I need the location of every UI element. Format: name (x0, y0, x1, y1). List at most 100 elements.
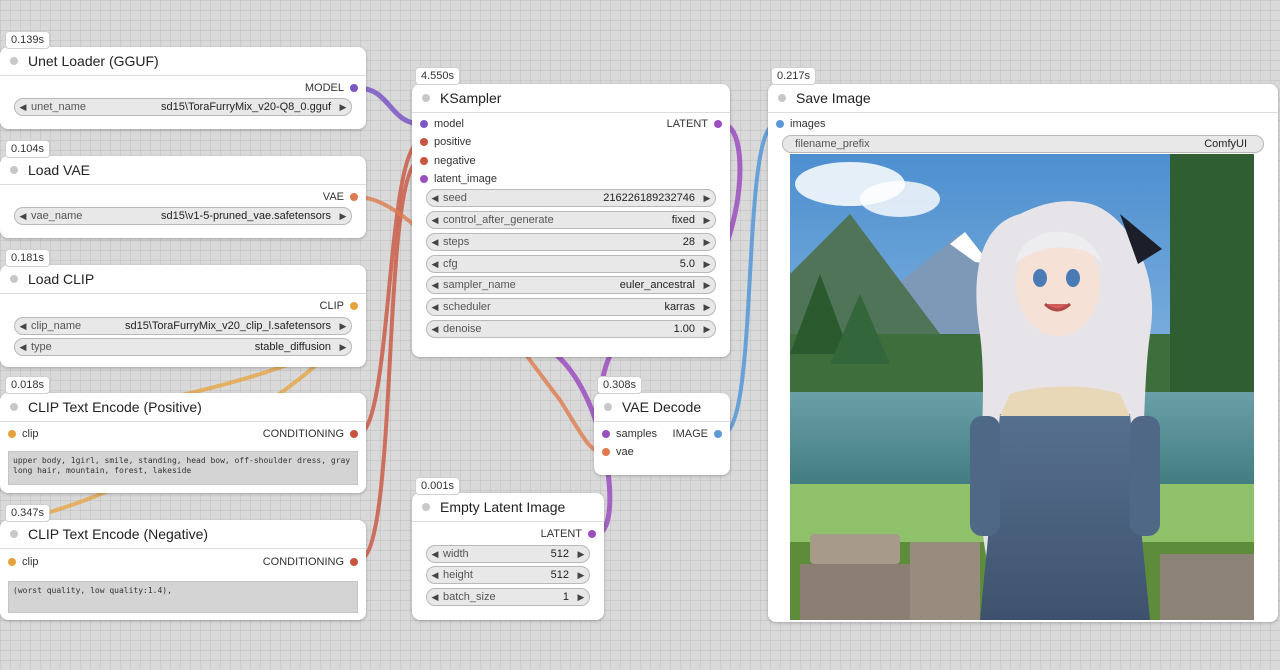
empty-latent-image-node[interactable]: Empty Latent Image LATENT ◀ width 512 ▶ … (412, 493, 604, 620)
latent-output-dot-icon[interactable] (588, 530, 596, 538)
clip-text-encode-negative-node[interactable]: CLIP Text Encode (Negative) clip CONDITI… (0, 520, 366, 620)
positive-input-dot-icon[interactable] (420, 138, 428, 146)
cfg-number-widget[interactable]: ◀ cfg 5.0 ▶ (426, 255, 716, 273)
vae-decode-node[interactable]: VAE Decode samples vae IMAGE (594, 393, 730, 475)
arrow-left-icon[interactable]: ◀ (427, 237, 443, 248)
clip-input-dot-icon[interactable] (8, 430, 16, 438)
arrow-right-icon[interactable]: ▶ (335, 211, 351, 222)
positive-prompt-textarea[interactable]: upper body, 1girl, smile, standing, head… (8, 451, 358, 485)
arrow-right-icon[interactable]: ▶ (335, 342, 351, 353)
clip-pos-title-bar[interactable]: CLIP Text Encode (Positive) (0, 393, 366, 422)
vae-input-slot[interactable]: vae (602, 445, 634, 459)
clip-text-encode-positive-node[interactable]: CLIP Text Encode (Positive) clip CONDITI… (0, 393, 366, 493)
samples-input-slot[interactable]: samples (602, 427, 657, 441)
latent-image-input-dot-icon[interactable] (420, 175, 428, 183)
vae-output-slot[interactable]: VAE (323, 190, 358, 204)
ksampler-node[interactable]: KSampler model positive negative latent_… (412, 84, 730, 357)
image-output-dot-icon[interactable] (714, 430, 722, 438)
load-vae-title-bar[interactable]: Load VAE (0, 156, 366, 185)
clip-pos-input-slot[interactable]: clip (8, 427, 39, 441)
load-clip-node[interactable]: Load CLIP CLIP ◀ clip_name sd15\ToraFurr… (0, 265, 366, 367)
arrow-right-icon[interactable]: ▶ (573, 570, 589, 581)
conditioning-output-dot-icon[interactable] (350, 430, 358, 438)
generated-image-preview[interactable] (790, 154, 1254, 620)
arrow-left-icon[interactable]: ◀ (15, 102, 31, 113)
collapse-dot-icon[interactable] (604, 403, 612, 411)
arrow-left-icon[interactable]: ◀ (427, 570, 443, 581)
steps-number-widget[interactable]: ◀ steps 28 ▶ (426, 233, 716, 251)
sampler-name-combo[interactable]: ◀ sampler_name euler_ancestral ▶ (426, 276, 716, 294)
collapse-dot-icon[interactable] (778, 94, 786, 102)
control-after-generate-combo[interactable]: ◀ control_after_generate fixed ▶ (426, 211, 716, 229)
scheduler-combo[interactable]: ◀ scheduler karras ▶ (426, 298, 716, 316)
image-output-slot[interactable]: IMAGE (673, 427, 722, 441)
clip-neg-title-bar[interactable]: CLIP Text Encode (Negative) (0, 520, 366, 549)
collapse-dot-icon[interactable] (10, 166, 18, 174)
height-number-widget[interactable]: ◀ height 512 ▶ (426, 566, 590, 584)
arrow-right-icon[interactable]: ▶ (699, 280, 715, 291)
clip-type-combo[interactable]: ◀ type stable_diffusion ▶ (14, 338, 352, 356)
images-input-dot-icon[interactable] (776, 120, 784, 128)
collapse-dot-icon[interactable] (10, 275, 18, 283)
clip-input-dot-icon[interactable] (8, 558, 16, 566)
load-clip-title-bar[interactable]: Load CLIP (0, 265, 366, 294)
unet-name-combo[interactable]: ◀ unet_name sd15\ToraFurryMix_v20-Q8_0.g… (14, 98, 352, 116)
positive-input-slot[interactable]: positive (420, 135, 471, 149)
arrow-left-icon[interactable]: ◀ (427, 302, 443, 313)
save-image-title-bar[interactable]: Save Image (768, 84, 1278, 113)
load-vae-node[interactable]: Load VAE VAE ◀ vae_name sd15\v1-5-pruned… (0, 156, 366, 238)
arrow-left-icon[interactable]: ◀ (15, 211, 31, 222)
unet-loader-node[interactable]: Unet Loader (GGUF) MODEL ◀ unet_name sd1… (0, 47, 366, 129)
model-output-slot[interactable]: MODEL (305, 81, 358, 95)
latent-image-input-slot[interactable]: latent_image (420, 172, 497, 186)
samples-input-dot-icon[interactable] (602, 430, 610, 438)
arrow-left-icon[interactable]: ◀ (15, 321, 31, 332)
filename-prefix-text-widget[interactable]: filename_prefix ComfyUI (782, 135, 1264, 153)
arrow-left-icon[interactable]: ◀ (15, 342, 31, 353)
width-number-widget[interactable]: ◀ width 512 ▶ (426, 545, 590, 563)
empty-latent-title-bar[interactable]: Empty Latent Image (412, 493, 604, 522)
collapse-dot-icon[interactable] (10, 530, 18, 538)
arrow-right-icon[interactable]: ▶ (573, 592, 589, 603)
arrow-right-icon[interactable]: ▶ (699, 215, 715, 226)
unet-loader-title-bar[interactable]: Unet Loader (GGUF) (0, 47, 366, 76)
conditioning-pos-output-slot[interactable]: CONDITIONING (263, 427, 358, 441)
images-input-slot[interactable]: images (776, 117, 825, 131)
collapse-dot-icon[interactable] (422, 94, 430, 102)
clip-name-combo[interactable]: ◀ clip_name sd15\ToraFurryMix_v20_clip_l… (14, 317, 352, 335)
collapse-dot-icon[interactable] (10, 403, 18, 411)
arrow-right-icon[interactable]: ▶ (699, 237, 715, 248)
arrow-right-icon[interactable]: ▶ (699, 302, 715, 313)
vae-input-dot-icon[interactable] (602, 448, 610, 456)
model-output-dot-icon[interactable] (350, 84, 358, 92)
arrow-right-icon[interactable]: ▶ (573, 549, 589, 560)
latent-output-dot-icon[interactable] (714, 120, 722, 128)
collapse-dot-icon[interactable] (422, 503, 430, 511)
arrow-right-icon[interactable]: ▶ (699, 193, 715, 204)
seed-number-widget[interactable]: ◀ seed 216226189232746 ▶ (426, 189, 716, 207)
negative-prompt-textarea[interactable]: (worst quality, low quality:1.4), (8, 581, 358, 613)
arrow-left-icon[interactable]: ◀ (427, 280, 443, 291)
conditioning-output-dot-icon[interactable] (350, 558, 358, 566)
latent-output-slot[interactable]: LATENT (667, 117, 722, 131)
ksampler-title-bar[interactable]: KSampler (412, 84, 730, 113)
clip-neg-input-slot[interactable]: clip (8, 555, 39, 569)
negative-input-slot[interactable]: negative (420, 154, 476, 168)
empty-latent-output-slot[interactable]: LATENT (541, 527, 596, 541)
batch-size-number-widget[interactable]: ◀ batch_size 1 ▶ (426, 588, 590, 606)
arrow-left-icon[interactable]: ◀ (427, 259, 443, 270)
vae-name-combo[interactable]: ◀ vae_name sd15\v1-5-pruned_vae.safetens… (14, 207, 352, 225)
arrow-left-icon[interactable]: ◀ (427, 193, 443, 204)
clip-output-dot-icon[interactable] (350, 302, 358, 310)
vae-output-dot-icon[interactable] (350, 193, 358, 201)
arrow-right-icon[interactable]: ▶ (699, 259, 715, 270)
arrow-left-icon[interactable]: ◀ (427, 549, 443, 560)
arrow-left-icon[interactable]: ◀ (427, 215, 443, 226)
collapse-dot-icon[interactable] (10, 57, 18, 65)
arrow-right-icon[interactable]: ▶ (335, 102, 351, 113)
save-image-node[interactable]: Save Image images filename_prefix ComfyU… (768, 84, 1278, 622)
conditioning-neg-output-slot[interactable]: CONDITIONING (263, 555, 358, 569)
arrow-right-icon[interactable]: ▶ (699, 324, 715, 335)
negative-input-dot-icon[interactable] (420, 157, 428, 165)
arrow-left-icon[interactable]: ◀ (427, 592, 443, 603)
